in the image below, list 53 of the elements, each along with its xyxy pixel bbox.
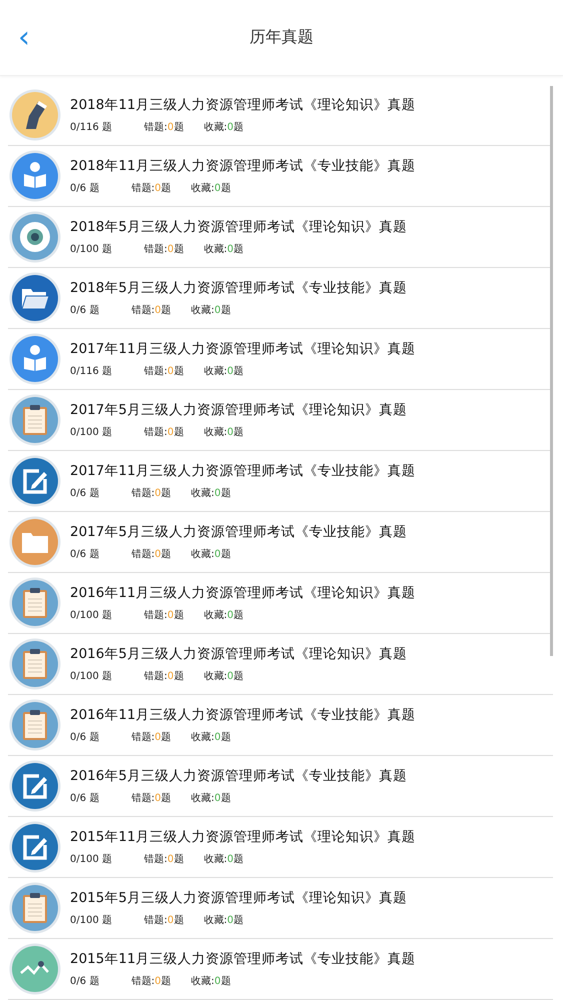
wrong-count: 错题:0题 (131, 487, 172, 500)
saved-count: 收藏:0题 (191, 304, 231, 317)
saved-count: 收藏:0题 (204, 242, 244, 256)
exam-title: 2017年11月三级人力资源管理师考试《理论知识》真题 (70, 340, 416, 358)
question-progress: 0/100 题 (70, 853, 112, 866)
question-progress: 0/100 题 (70, 914, 112, 927)
wrong-count: 错题:0题 (144, 243, 184, 256)
saved-count: 收藏:0题 (191, 974, 231, 988)
exam-title: 2016年5月三级人力资源管理师考试《专业技能》真题 (70, 767, 407, 785)
wrong-count: 错题:0题 (144, 670, 184, 683)
question-progress: 0/100 题 (70, 609, 112, 622)
wrong-count: 错题:0题 (131, 548, 172, 561)
wrong-count: 错题:0题 (144, 853, 184, 866)
saved-count: 收藏:0题 (204, 608, 244, 622)
saved-count: 收藏:0题 (191, 548, 231, 561)
wrong-count: 错题:0题 (131, 975, 172, 988)
question-progress: 0/100 题 (70, 670, 112, 683)
exam-title: 2016年11月三级人力资源管理师考试《理论知识》真题 (70, 584, 416, 602)
wrong-count: 错题:0题 (144, 426, 184, 439)
exam-title: 2016年5月三级人力资源管理师考试《理论知识》真题 (70, 645, 407, 663)
question-progress: 0/6 题 (70, 731, 100, 744)
wrong-count: 错题:0题 (131, 304, 172, 317)
exam-title: 2018年11月三级人力资源管理师考试《理论知识》真题 (70, 96, 416, 114)
exam-title: 2015年11月三级人力资源管理师考试《理论知识》真题 (70, 828, 416, 846)
exam-title: 2017年5月三级人力资源管理师考试《专业技能》真题 (70, 523, 407, 541)
exam-title: 2018年5月三级人力资源管理师考试《理论知识》真题 (70, 218, 407, 236)
exam-title: 2015年5月三级人力资源管理师考试《理论知识》真题 (70, 889, 407, 907)
saved-count: 收藏:0题 (191, 486, 231, 500)
exam-title: 2015年11月三级人力资源管理师考试《专业技能》真题 (70, 950, 416, 968)
saved-count: 收藏:0题 (204, 364, 244, 378)
wrong-count: 错题:0题 (131, 182, 172, 195)
question-progress: 0/6 题 (70, 792, 100, 805)
saved-count: 收藏:0题 (204, 120, 244, 134)
wrong-count: 错题:0题 (144, 365, 184, 378)
saved-count: 收藏:0题 (204, 852, 244, 866)
wrong-count: 错题:0题 (131, 731, 172, 744)
saved-count: 收藏:0题 (191, 182, 231, 195)
wrong-count: 错题:0题 (144, 914, 184, 927)
exam-title: 2018年5月三级人力资源管理师考试《专业技能》真题 (70, 279, 407, 297)
saved-count: 收藏:0题 (204, 426, 244, 439)
page-title: 历年真题 (250, 27, 314, 48)
exam-title: 2017年5月三级人力资源管理师考试《理论知识》真题 (70, 401, 407, 419)
saved-count: 收藏:0题 (204, 914, 244, 927)
exam-title: 2018年11月三级人力资源管理师考试《专业技能》真题 (70, 157, 416, 175)
saved-count: 收藏:0题 (191, 792, 231, 805)
wrong-count: 错题:0题 (144, 121, 184, 134)
wrong-count: 错题:0题 (131, 792, 172, 805)
question-progress: 0/6 题 (70, 975, 100, 988)
exam-title: 2017年11月三级人力资源管理师考试《专业技能》真题 (70, 462, 416, 480)
saved-count: 收藏:0题 (204, 670, 244, 683)
wrong-count: 错题:0题 (144, 609, 184, 622)
saved-count: 收藏:0题 (191, 730, 231, 744)
exam-title: 2016年11月三级人力资源管理师考试《专业技能》真题 (70, 706, 416, 724)
